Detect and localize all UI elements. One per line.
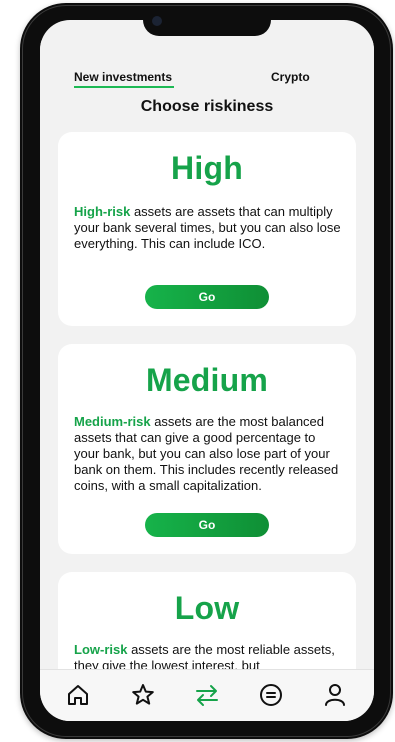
- exchange-arrows-icon[interactable]: [194, 682, 220, 708]
- card-title-low: Low: [174, 590, 240, 626]
- app-screen: New investments Crypto Choose riskiness …: [40, 20, 374, 721]
- page-title: Choose riskiness: [140, 98, 274, 115]
- accent-text-high: High-risk: [74, 204, 131, 219]
- phone-notch: [143, 10, 271, 36]
- active-tab-indicator: [74, 86, 174, 88]
- tab-crypto[interactable]: Crypto: [271, 70, 310, 84]
- list-icon[interactable]: [258, 682, 284, 708]
- card-title-medium: Medium: [145, 362, 269, 398]
- home-icon[interactable]: [65, 682, 91, 708]
- profile-icon[interactable]: [322, 682, 348, 708]
- risk-card-medium: Medium Medium-risk assets are the most b…: [58, 344, 356, 554]
- top-tabs: New investments Crypto: [40, 40, 374, 90]
- bottom-navigation: [40, 669, 374, 721]
- risk-card-high: High High-risk assets are assets that ca…: [58, 132, 356, 326]
- go-button-high[interactable]: Go: [145, 285, 269, 309]
- card-description-high: High-risk assets are assets that can mul…: [74, 204, 344, 252]
- go-button-medium[interactable]: Go: [145, 513, 269, 537]
- front-camera: [152, 16, 162, 26]
- card-description-medium: Medium-risk assets are the most balanced…: [74, 414, 344, 494]
- tab-new-investments[interactable]: New investments: [74, 70, 172, 84]
- accent-text-low: Low-risk: [74, 642, 128, 657]
- star-icon[interactable]: [130, 682, 156, 708]
- accent-text-medium: Medium-risk: [74, 414, 151, 429]
- card-title-high: High: [171, 150, 243, 186]
